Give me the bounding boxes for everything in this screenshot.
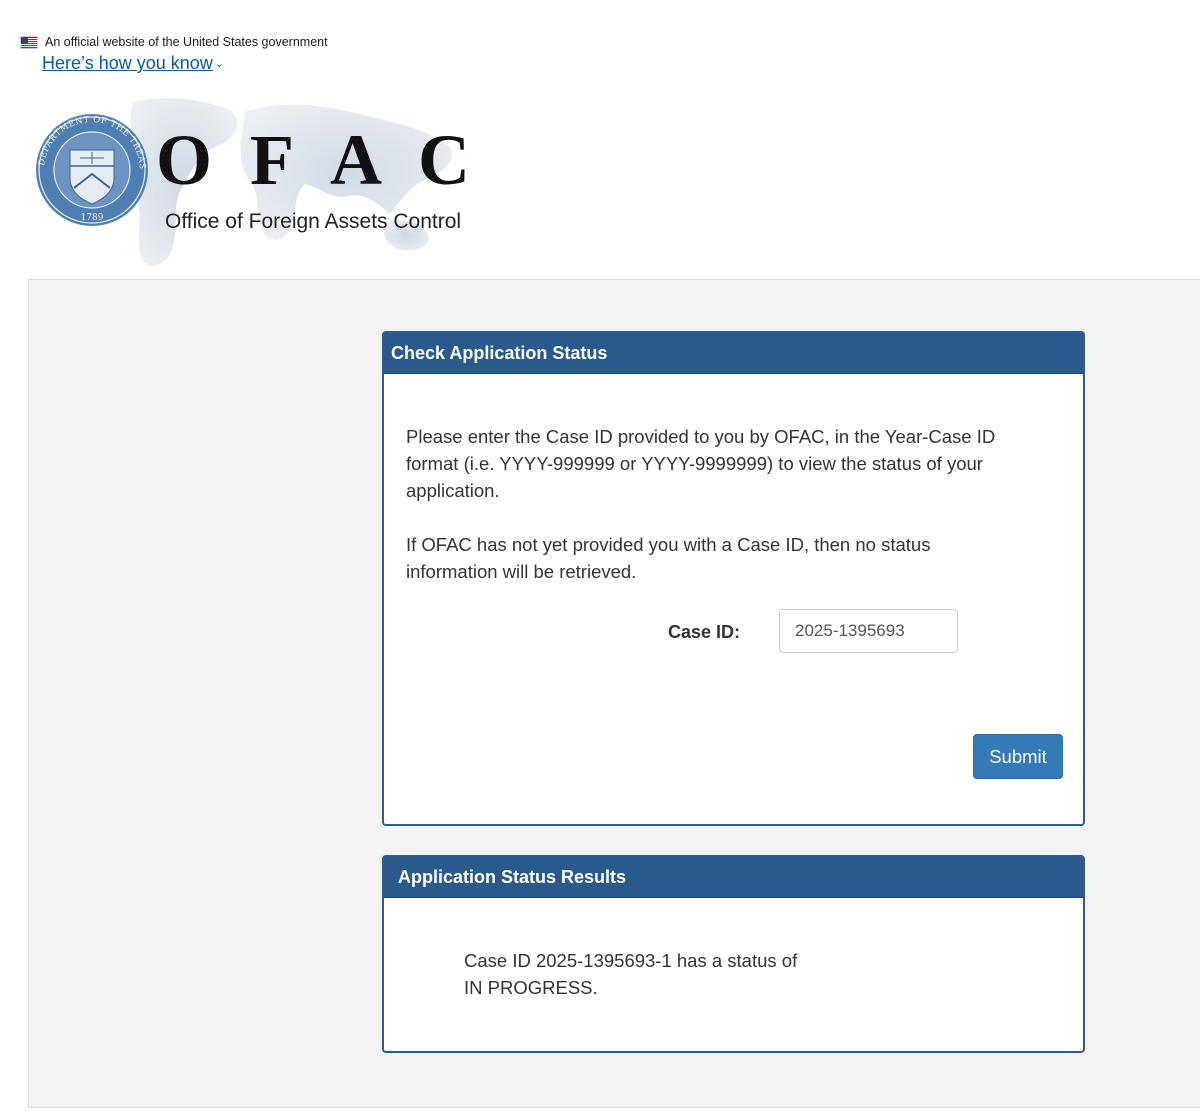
status-results-panel: Application Status Results Case ID 2025-…	[382, 855, 1085, 1053]
ofac-logo-graphic: THE DEPARTMENT OF THE TREASURY 1789 O F …	[26, 85, 470, 266]
official-website-text: An official website of the United States…	[45, 35, 328, 49]
case-id-label: Case ID:	[668, 622, 741, 642]
submit-button[interactable]: Submit	[973, 734, 1063, 779]
logo-letter-o: O	[156, 120, 212, 200]
gov-banner: An official website of the United States…	[20, 34, 328, 74]
logo-subtitle: Office of Foreign Assets Control	[165, 210, 461, 233]
case-id-instructions: Please enter the Case ID provided to you…	[406, 426, 996, 501]
treasury-seal-icon: THE DEPARTMENT OF THE TREASURY 1789	[26, 85, 148, 226]
chevron-down-icon: ⌄	[214, 58, 224, 70]
logo-letter-a: A	[330, 120, 382, 200]
status-results-heading: Application Status Results	[384, 857, 1083, 898]
status-result-message: Case ID 2025-1395693-1 has a status of I…	[464, 947, 864, 1001]
us-flag-icon	[20, 35, 38, 49]
status-result-line-2: IN PROGRESS.	[464, 977, 598, 998]
logo-letter-c: C	[418, 120, 470, 200]
no-case-id-note: If OFAC has not yet provided you with a …	[406, 534, 931, 582]
how-you-know-link[interactable]: Here’s how you know ⌄	[42, 53, 224, 74]
logo-letter-f: F	[250, 120, 294, 200]
ofac-logo: THE DEPARTMENT OF THE TREASURY 1789 O F …	[26, 85, 480, 272]
official-website-line: An official website of the United States…	[20, 34, 328, 50]
check-status-panel: Check Application Status Please enter th…	[382, 331, 1085, 826]
svg-text:1789: 1789	[81, 213, 104, 223]
check-status-heading: Check Application Status	[384, 333, 1083, 374]
status-result-line-1: Case ID 2025-1395693-1 has a status of	[464, 950, 798, 971]
how-you-know-label: Here’s how you know	[42, 53, 213, 73]
case-id-input[interactable]	[779, 609, 958, 653]
main-content-area: Check Application Status Please enter th…	[28, 279, 1200, 1108]
